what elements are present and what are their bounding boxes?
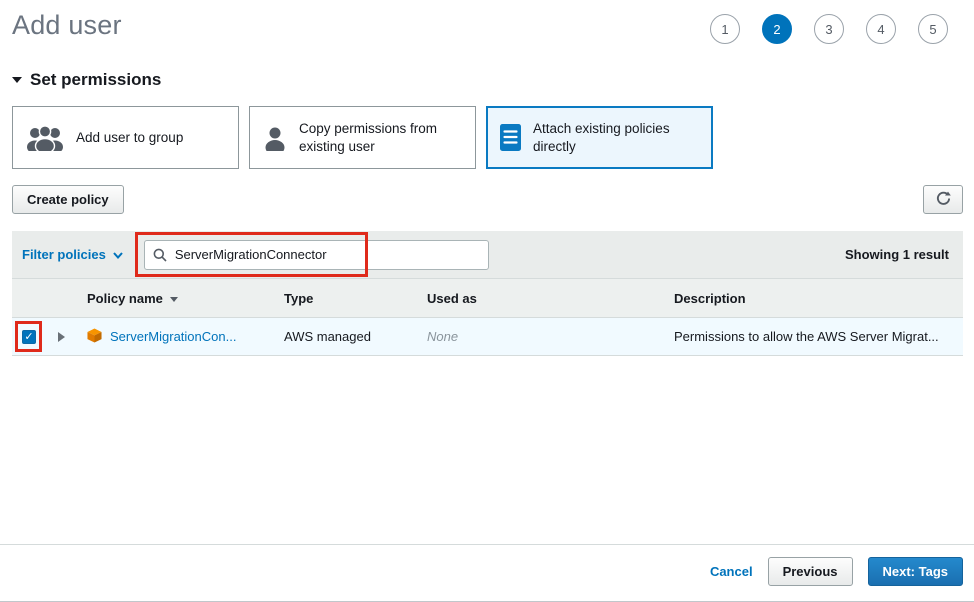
policy-used-as-cell: None [417,318,664,355]
refresh-icon [936,191,951,209]
user-icon [262,125,288,151]
step-1: 1 [710,14,740,44]
step-5: 5 [918,14,948,44]
permission-card-label: Add user to group [76,129,184,145]
type-header: Type [284,290,314,306]
row-checkbox[interactable]: ✓ [22,329,36,344]
policy-name-cell: ServerMigrationCon... [77,318,274,355]
permission-card-label: Copy permissions from existing user [299,120,438,154]
used-as-header: Used as [427,290,477,306]
policy-name-link[interactable]: ServerMigrationCon... [110,329,236,344]
sort-down-icon [169,296,178,302]
description-value: Permissions to allow the AWS Server Migr… [674,329,939,344]
used-as-value: None [427,329,459,344]
header-expand-cell [46,279,77,317]
permission-card-attach-existing-policies[interactable]: Attach existing policies directly [486,106,713,169]
add-user-page: Add user 1 2 3 4 5 Set permissions Add u… [0,0,974,602]
permission-option-cards: Add user to group Copy permissions from … [12,106,962,169]
row-expand-cell [46,318,77,355]
document-icon [499,123,522,152]
collapse-triangle-icon[interactable] [12,77,22,83]
set-permissions-section-header: Set permissions [12,70,962,90]
search-wrap [134,231,489,277]
step-indicator: 1 2 3 4 5 [688,14,948,44]
section-title: Set permissions [30,70,162,89]
page-title: Add user [12,10,122,40]
refresh-button[interactable] [923,185,963,214]
policy-icon [87,327,102,346]
table-row: ✓ ServerMigrationCon... AWS managed None… [12,318,963,356]
permission-card-label: Attach existing policies directly [533,120,670,154]
policies-table: Policy name Type Used as Description ✓ S… [12,278,963,356]
policy-toolbar: Create policy [12,185,963,214]
filter-policies-dropdown[interactable]: Filter policies [22,247,123,262]
create-policy-button[interactable]: Create policy [12,185,124,214]
permission-card-add-user-to-group[interactable]: Add user to group [12,106,239,169]
policy-name-header-label: Policy name [87,290,163,306]
filter-policies-label: Filter policies [22,247,106,262]
group-icon [25,124,65,151]
expand-row-icon[interactable] [58,331,65,342]
cancel-link[interactable]: Cancel [710,564,753,579]
row-checkbox-cell: ✓ [12,318,46,355]
step-4: 4 [866,14,896,44]
chevron-down-icon [113,247,123,262]
filter-bar: Filter policies Showing 1 result [12,231,963,278]
policy-search-input[interactable] [143,239,489,270]
step-3: 3 [814,14,844,44]
header-checkbox-cell [12,279,46,317]
permission-card-copy-permissions[interactable]: Copy permissions from existing user [249,106,476,169]
wizard-footer: Cancel Previous Next: Tags [0,544,974,600]
step-2: 2 [762,14,792,44]
results-count: Showing 1 result [844,247,949,262]
page-header: Add user 1 2 3 4 5 [0,0,974,44]
policy-type-cell: AWS managed [284,329,371,344]
description-header: Description [674,290,746,306]
policy-name-header[interactable]: Policy name [77,279,274,317]
table-header-row: Policy name Type Used as Description [12,278,963,318]
policy-description-cell: Permissions to allow the AWS Server Migr… [664,318,963,355]
next-tags-button[interactable]: Next: Tags [867,557,963,586]
previous-button[interactable]: Previous [767,557,853,586]
